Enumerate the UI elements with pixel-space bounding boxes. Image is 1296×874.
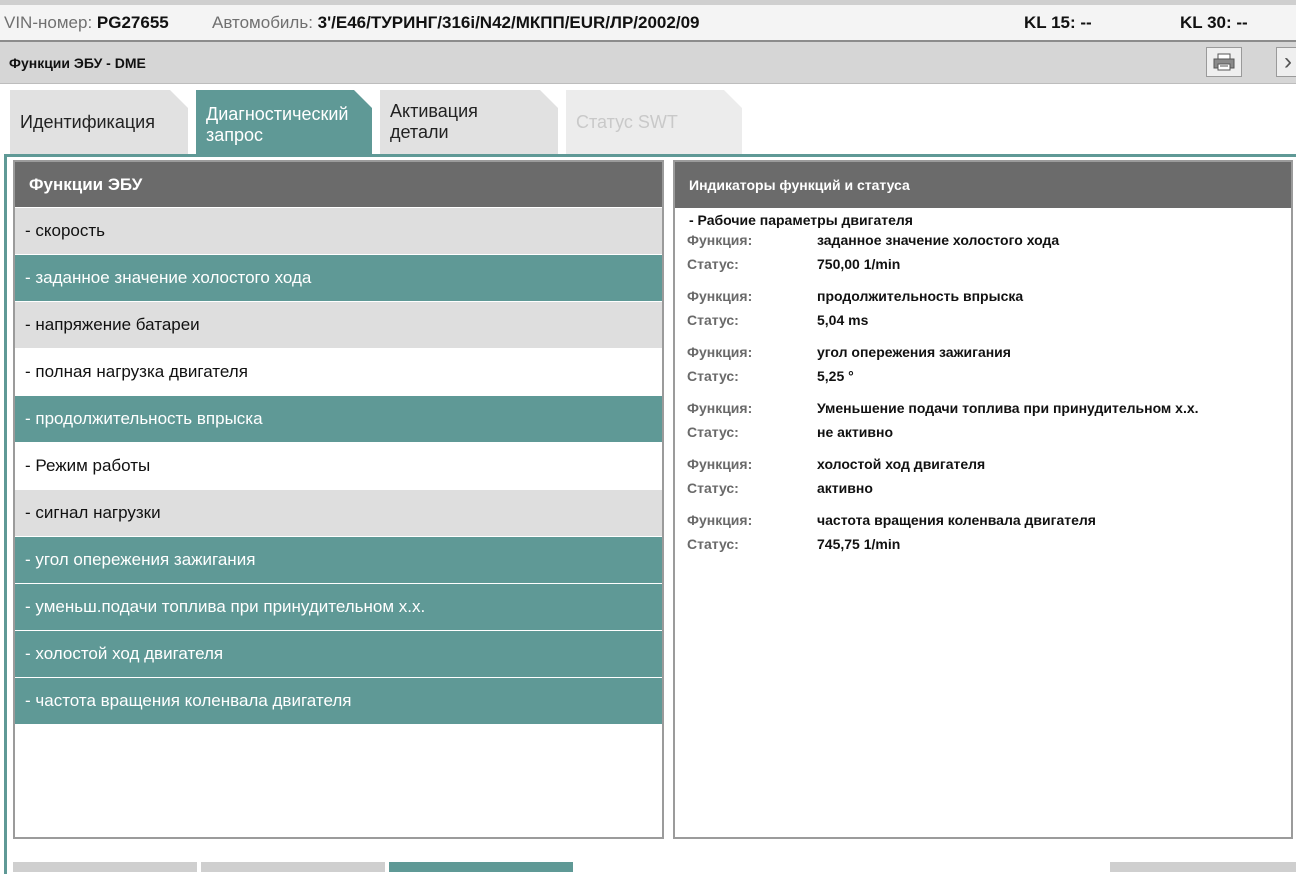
tab-label-line1: Активация [390,101,478,121]
ecu-function-item[interactable]: - заданное значение холостого хода [15,255,662,302]
car-value: 3'/E46/ТУРИНГ/316i/N42/МКПП/EUR/ЛР/2002/… [317,12,700,32]
ecu-function-item[interactable]: - скорость [15,208,662,255]
tab-label-line1: Диагностический [206,104,349,124]
status-value: 5,04 ms [817,312,869,328]
status-row: Статус: активно [687,476,1291,500]
status-indicators-header: Индикаторы функций и статуса [675,162,1291,208]
vin-info: VIN-номер: PG27655 [4,13,169,33]
bottom-button-4[interactable] [1110,862,1296,872]
status-row: Статус: 5,25 ° [687,364,1291,388]
status-entries: Функция: заданное значение холостого хода… [687,228,1291,556]
status-row: Статус: 5,04 ms [687,308,1291,332]
function-label: Функция: [687,288,753,304]
tab-label: Диагностический запрос [206,104,348,146]
function-label: Функция: [687,344,753,360]
status-indicators-body: - Рабочие параметры двигателя Функция: за… [675,208,1291,556]
bottom-button-2[interactable] [201,862,385,872]
ecu-function-item[interactable]: - угол опережения зажигания [15,537,662,584]
function-row: Функция: продолжительность впрыска [687,284,1291,308]
kl15-label: KL 15: [1024,12,1076,32]
printer-icon [1213,53,1235,71]
tab-label: Активация детали [390,101,478,143]
chevron-right-icon: › [1284,48,1292,75]
car-label: Автомобиль: [212,12,313,32]
status-value: 750,00 1/min [817,256,901,272]
tab-swt-status: Статус SWT [566,90,742,154]
function-row: Функция: Уменьшение подачи топлива при пр… [687,396,1291,420]
status-label: Статус: [687,256,739,272]
kl30-value: -- [1236,12,1248,32]
function-value: холостой ход двигателя [817,456,986,472]
status-row: Статус: не активно [687,420,1291,444]
ecu-functions-header: Функции ЭБУ [15,162,662,208]
status-entry: Функция: угол опережения зажигания Статус:… [687,340,1291,388]
status-entry: Функция: заданное значение холостого хода… [687,228,1291,276]
tab-label: Статус SWT [576,111,678,132]
status-value: 745,75 1/min [817,536,901,552]
page-title: Функции ЭБУ - DME [9,55,146,71]
vin-label: VIN-номер: [4,12,93,32]
vin-value: PG27655 [96,12,169,32]
function-value: угол опережения зажигания [817,344,1011,360]
function-label: Функция: [687,456,753,472]
tab-component-activation[interactable]: Активация детали [380,90,558,154]
status-label: Статус: [687,480,739,496]
kl15-info: KL 15: -- [1024,13,1092,33]
status-label: Статус: [687,368,739,384]
status-value: 5,25 ° [817,368,854,384]
status-entry: Функция: Уменьшение подачи топлива при пр… [687,396,1291,444]
tab-diagnostic-request[interactable]: Диагностический запрос [196,90,372,160]
function-value: частота вращения коленвала двигателя [817,512,1096,528]
group-title: - Рабочие параметры двигателя [689,212,913,228]
tab-label: Идентификация [20,111,155,132]
ecu-functions-list: - скорость - заданное значение холостого … [15,208,662,725]
function-value: заданное значение холостого хода [817,232,1060,248]
status-entry: Функция: продолжительность впрыска Статус:… [687,284,1291,332]
status-row: Статус: 750,00 1/min [687,252,1291,276]
status-entry: Функция: частота вращения коленвала двига… [687,508,1291,556]
ecu-function-item[interactable]: - напряжение батареи [15,302,662,349]
function-value: продолжительность впрыска [817,288,1024,304]
ecu-function-item[interactable]: - холостой ход двигателя [15,631,662,678]
tab-label-line2: детали [390,122,449,142]
status-indicators-panel: Индикаторы функций и статуса - Рабочие п… [673,160,1293,839]
kl30-info: KL 30: -- [1180,13,1248,33]
ecu-function-item[interactable]: - сигнал нагрузки [15,490,662,537]
print-button[interactable] [1206,47,1242,77]
function-value: Уменьшение подачи топлива при принудител… [817,400,1199,416]
function-row: Функция: частота вращения коленвала двига… [687,508,1291,532]
status-entry: Функция: холостой ход двигателя Статус: акт… [687,452,1291,500]
vehicle-info-bar: VIN-номер: PG27655 Автомобиль: 3'/E46/ТУ… [0,0,1296,42]
status-value: не активно [817,424,894,440]
ecu-function-item[interactable]: - продолжительность впрыска [15,396,662,443]
ecu-function-item[interactable]: - Режим работы [15,443,662,490]
tab-bar: Идентификация Диагностический запрос Акт… [0,84,1296,160]
next-button[interactable]: › [1276,47,1296,77]
function-label: Функция: [687,232,753,248]
bottom-button-bar [0,862,1296,872]
status-row: Статус: 745,75 1/min [687,532,1291,556]
ecu-function-item[interactable]: - полная нагрузка двигателя [15,349,662,396]
bottom-button-1[interactable] [13,862,197,872]
ecu-function-item[interactable]: - частота вращения коленвала двигателя [15,678,662,725]
title-bar: Функции ЭБУ - DME › [0,42,1296,84]
ecu-function-item[interactable]: - уменьш.подачи топлива при принудительн… [15,584,662,631]
function-row: Функция: угол опережения зажигания [687,340,1291,364]
function-row: Функция: холостой ход двигателя [687,452,1291,476]
car-info: Автомобиль: 3'/E46/ТУРИНГ/316i/N42/МКПП/… [212,13,699,33]
kl30-label: KL 30: [1180,12,1232,32]
tab-label-line2: запрос [206,125,264,145]
status-value: активно [817,480,873,496]
kl15-value: -- [1080,12,1092,32]
function-label: Функция: [687,400,753,416]
status-label: Статус: [687,536,739,552]
status-label: Статус: [687,424,739,440]
function-label: Функция: [687,512,753,528]
ecu-functions-panel: Функции ЭБУ - скорость - заданное значени… [13,160,664,839]
bottom-button-3[interactable] [389,862,573,872]
tab-identification[interactable]: Идентификация [10,90,188,154]
status-label: Статус: [687,312,739,328]
function-row: Функция: заданное значение холостого хода [687,228,1291,252]
